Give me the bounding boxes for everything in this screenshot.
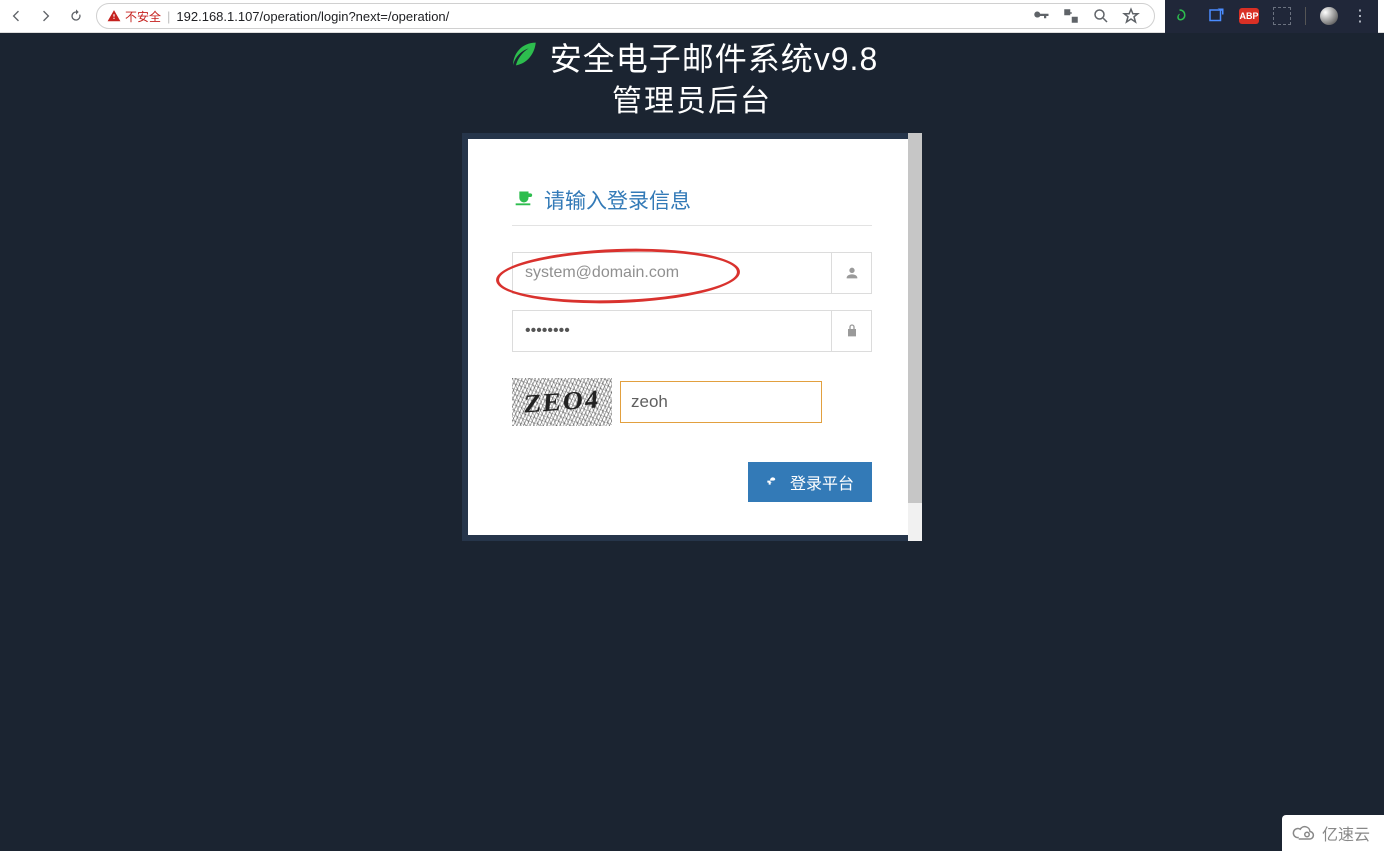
page-body: 安全电子邮件系统v9.8 管理员后台 请输入登录信息 <box>0 33 1384 851</box>
adblock-extension-icon[interactable]: ABP <box>1239 8 1259 24</box>
password-row <box>512 310 872 352</box>
captcha-input[interactable] <box>620 381 822 423</box>
user-icon <box>831 253 871 293</box>
form-heading-text: 请输入登录信息 <box>544 185 691 215</box>
reload-icon <box>68 8 84 24</box>
coffee-cup-icon <box>512 186 534 214</box>
page-title-block: 安全电子邮件系统v9.8 管理员后台 <box>0 33 1384 121</box>
extensions-area: ABP ⋮ <box>1165 0 1378 33</box>
panel-scrollbar-thumb[interactable] <box>908 133 922 503</box>
url-text: 192.168.1.107/operation/login?next=/oper… <box>176 9 1022 24</box>
captcha-image-text: ZEO4 <box>512 378 612 426</box>
profile-avatar[interactable] <box>1320 7 1338 25</box>
arrow-right-icon <box>38 8 54 24</box>
login-panel: 请输入登录信息 ZEO4 <box>462 133 922 541</box>
button-row: 登录平台 <box>512 462 872 502</box>
address-bar[interactable]: 不安全 | 192.168.1.107/operation/login?next… <box>96 3 1155 29</box>
forward-button[interactable] <box>36 6 56 26</box>
evernote-extension-icon[interactable] <box>1175 7 1193 25</box>
extension-separator <box>1305 7 1306 25</box>
zoom-icon[interactable] <box>1092 7 1110 25</box>
login-button-label: 登录平台 <box>790 470 854 494</box>
warning-triangle-icon <box>107 9 121 23</box>
insecure-label: 不安全 <box>125 8 161 25</box>
username-input[interactable] <box>513 253 831 293</box>
username-row <box>512 252 872 294</box>
watermark-badge: 亿速云 <box>1282 815 1384 851</box>
reload-button[interactable] <box>66 6 86 26</box>
popup-extension-icon[interactable] <box>1207 7 1225 25</box>
unknown-extension-icon[interactable] <box>1273 7 1291 25</box>
login-panel-inner: 请输入登录信息 ZEO4 <box>468 139 916 535</box>
login-button[interactable]: 登录平台 <box>748 462 872 502</box>
captcha-row: ZEO4 <box>512 378 872 426</box>
address-separator: | <box>167 9 170 24</box>
back-button[interactable] <box>6 6 26 26</box>
arrow-left-icon <box>8 8 24 24</box>
key-icon[interactable] <box>1032 7 1050 25</box>
captcha-image[interactable]: ZEO4 <box>512 378 612 426</box>
page-title-line1: 安全电子邮件系统v9.8 <box>550 39 879 81</box>
leaf-icon <box>506 37 540 82</box>
bookmark-star-icon[interactable] <box>1122 7 1140 25</box>
cloud-icon <box>1292 824 1316 842</box>
panel-scrollbar[interactable] <box>908 133 922 541</box>
page-title-line2: 管理员后台 <box>0 82 1384 121</box>
form-heading: 请输入登录信息 <box>512 185 872 226</box>
watermark-text: 亿速云 <box>1322 821 1370 845</box>
lock-icon <box>831 311 871 351</box>
translate-icon[interactable] <box>1062 7 1080 25</box>
password-input[interactable] <box>513 311 831 351</box>
key-icon <box>766 474 782 490</box>
insecure-badge: 不安全 <box>107 8 161 25</box>
browser-menu-icon[interactable]: ⋮ <box>1352 6 1368 26</box>
browser-toolbar: 不安全 | 192.168.1.107/operation/login?next… <box>0 0 1384 33</box>
